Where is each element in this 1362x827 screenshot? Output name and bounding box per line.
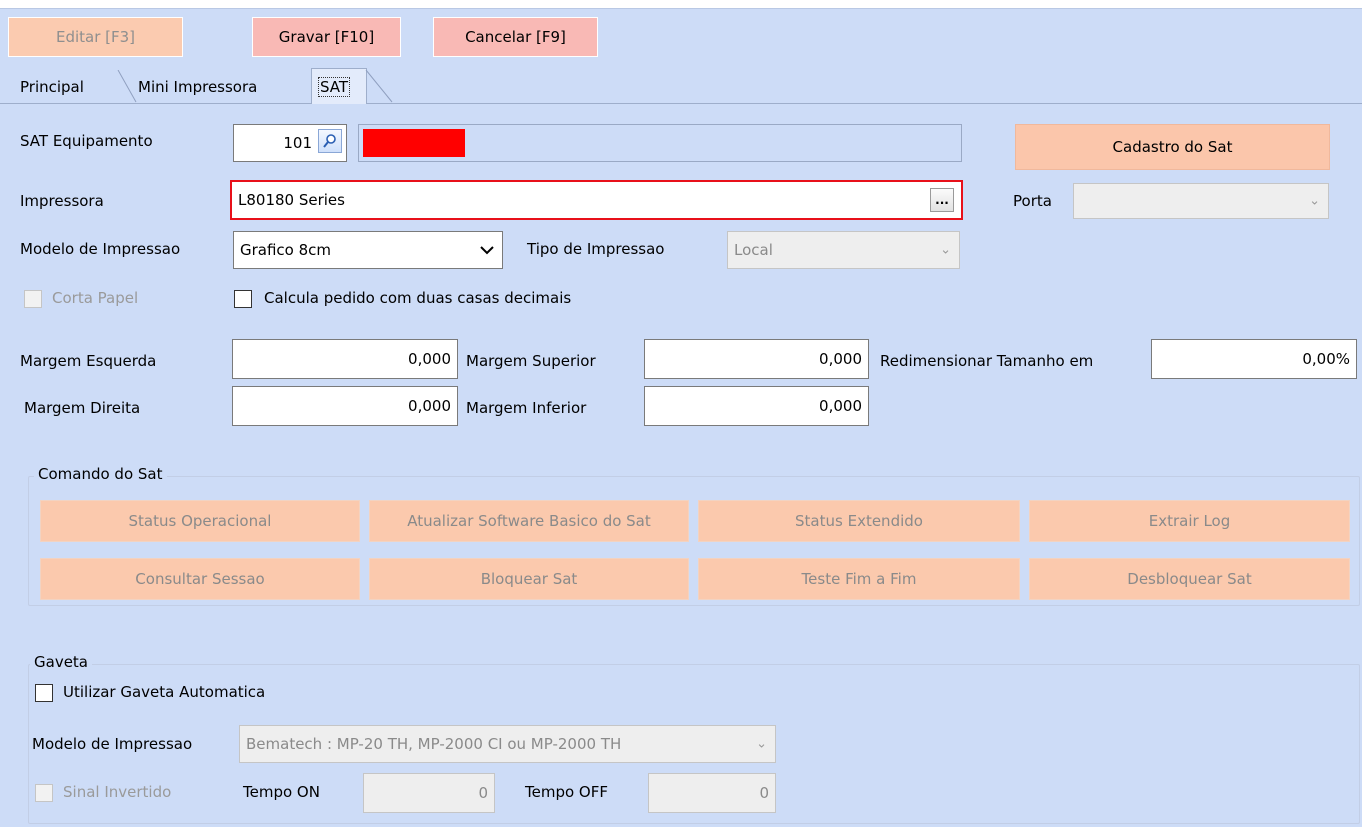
tab-separator (365, 70, 393, 103)
atualizar-software-button[interactable]: Atualizar Software Basico do Sat (369, 500, 689, 542)
comando-sat-title: Comando do Sat (34, 465, 167, 483)
margem-direita-value: 0,000 (408, 397, 451, 415)
margem-inferior-input[interactable]: 0,000 (644, 386, 869, 426)
extrair-log-button[interactable]: Extrair Log (1029, 500, 1350, 542)
teste-fim-a-fim-button[interactable]: Teste Fim a Fim (698, 558, 1020, 600)
corta-papel-checkbox[interactable] (24, 290, 42, 308)
margem-inferior-label: Margem Inferior (466, 399, 587, 417)
tempo-off-input[interactable]: 0 (648, 773, 776, 813)
redimensionar-label: Redimensionar Tamanho em (880, 352, 1094, 370)
tempo-on-label: Tempo ON (243, 783, 320, 801)
margem-superior-input[interactable]: 0,000 (644, 339, 869, 379)
tab-separator (117, 70, 137, 103)
margem-inferior-value: 0,000 (819, 397, 862, 415)
desbloquear-sat-button[interactable]: Desbloquear Sat (1029, 558, 1350, 600)
impressora-input[interactable]: L80180 Series (230, 180, 963, 220)
calcula-decimais-label: Calcula pedido com duas casas decimais (264, 289, 572, 307)
bloquear-sat-button[interactable]: Bloquear Sat (369, 558, 689, 600)
sinal-invertido-checkbox[interactable] (35, 784, 53, 802)
sat-equipamento-label: SAT Equipamento (20, 132, 153, 150)
sat-description-field (358, 124, 962, 162)
tab-label: Principal (20, 77, 84, 96)
chevron-down-icon: ⌄ (940, 242, 951, 258)
utilizar-gaveta-label: Utilizar Gaveta Automatica (63, 683, 266, 701)
tempo-off-value: 0 (759, 784, 769, 802)
tempo-off-label: Tempo OFF (525, 783, 608, 801)
search-icon[interactable] (318, 129, 342, 153)
tipo-impressao-select[interactable]: Local ⌄ (727, 231, 960, 269)
margem-direita-input[interactable]: 0,000 (232, 386, 458, 426)
porta-label: Porta (1013, 192, 1052, 210)
margem-direita-label: Margem Direita (24, 399, 141, 417)
sat-status-indicator (363, 129, 465, 157)
modelo-impressao-select[interactable]: Grafico 8cm (233, 231, 503, 269)
redimensionar-value: 0,00% (1302, 350, 1350, 368)
porta-select[interactable]: ⌄ (1073, 183, 1329, 219)
tab-strip-line (0, 103, 1362, 104)
margem-superior-value: 0,000 (819, 350, 862, 368)
tipo-impressao-value: Local (734, 241, 773, 259)
status-extendido-button[interactable]: Status Extendido (698, 500, 1020, 542)
tab-label: Mini Impressora (138, 77, 258, 96)
tipo-impressao-label: Tipo de Impressao (527, 240, 665, 258)
calcula-decimais-checkbox[interactable] (234, 290, 252, 308)
impressora-label: Impressora (20, 192, 104, 210)
edit-button[interactable]: Editar [F3] (8, 17, 183, 57)
tempo-on-value: 0 (478, 784, 488, 802)
corta-papel-label: Corta Papel (52, 289, 139, 307)
tab-label: SAT (318, 76, 351, 97)
chevron-down-icon (480, 246, 494, 255)
margem-esquerda-label: Margem Esquerda (20, 352, 157, 370)
impressora-value: L80180 Series (238, 191, 345, 209)
chevron-down-icon: ⌄ (1309, 193, 1320, 209)
modelo-impressao-value: Grafico 8cm (240, 241, 332, 259)
utilizar-gaveta-checkbox[interactable] (35, 684, 53, 702)
gaveta-modelo-select[interactable]: Bematech : MP-20 TH, MP-2000 CI ou MP-20… (239, 725, 776, 763)
cadastro-sat-button[interactable]: Cadastro do Sat (1015, 124, 1330, 170)
margem-esquerda-value: 0,000 (408, 350, 451, 368)
consultar-sessao-button[interactable]: Consultar Sessao (40, 558, 360, 600)
gaveta-title: Gaveta (30, 653, 92, 671)
chevron-down-icon: ⌄ (756, 736, 767, 752)
cancel-button[interactable]: Cancelar [F9] (433, 17, 598, 57)
sinal-invertido-label: Sinal Invertido (63, 783, 172, 801)
modelo-impressao-label: Modelo de Impressao (20, 240, 181, 258)
tab-mini-impressora[interactable]: Mini Impressora (138, 70, 298, 103)
margem-superior-label: Margem Superior (466, 352, 596, 370)
sat-equipamento-value: 101 (283, 134, 312, 152)
tab-sat[interactable]: SAT (311, 68, 367, 104)
ellipsis-icon[interactable]: ... (930, 188, 954, 212)
save-button[interactable]: Gravar [F10] (252, 17, 401, 57)
gaveta-modelo-value: Bematech : MP-20 TH, MP-2000 CI ou MP-20… (246, 735, 622, 753)
window-top-edge (0, 0, 1362, 9)
status-operacional-button[interactable]: Status Operacional (40, 500, 360, 542)
tab-principal[interactable]: Principal (12, 70, 120, 103)
margem-esquerda-input[interactable]: 0,000 (232, 339, 458, 379)
gaveta-modelo-label: Modelo de Impressao (32, 735, 193, 753)
redimensionar-input[interactable]: 0,00% (1151, 339, 1357, 379)
tempo-on-input[interactable]: 0 (363, 773, 495, 813)
